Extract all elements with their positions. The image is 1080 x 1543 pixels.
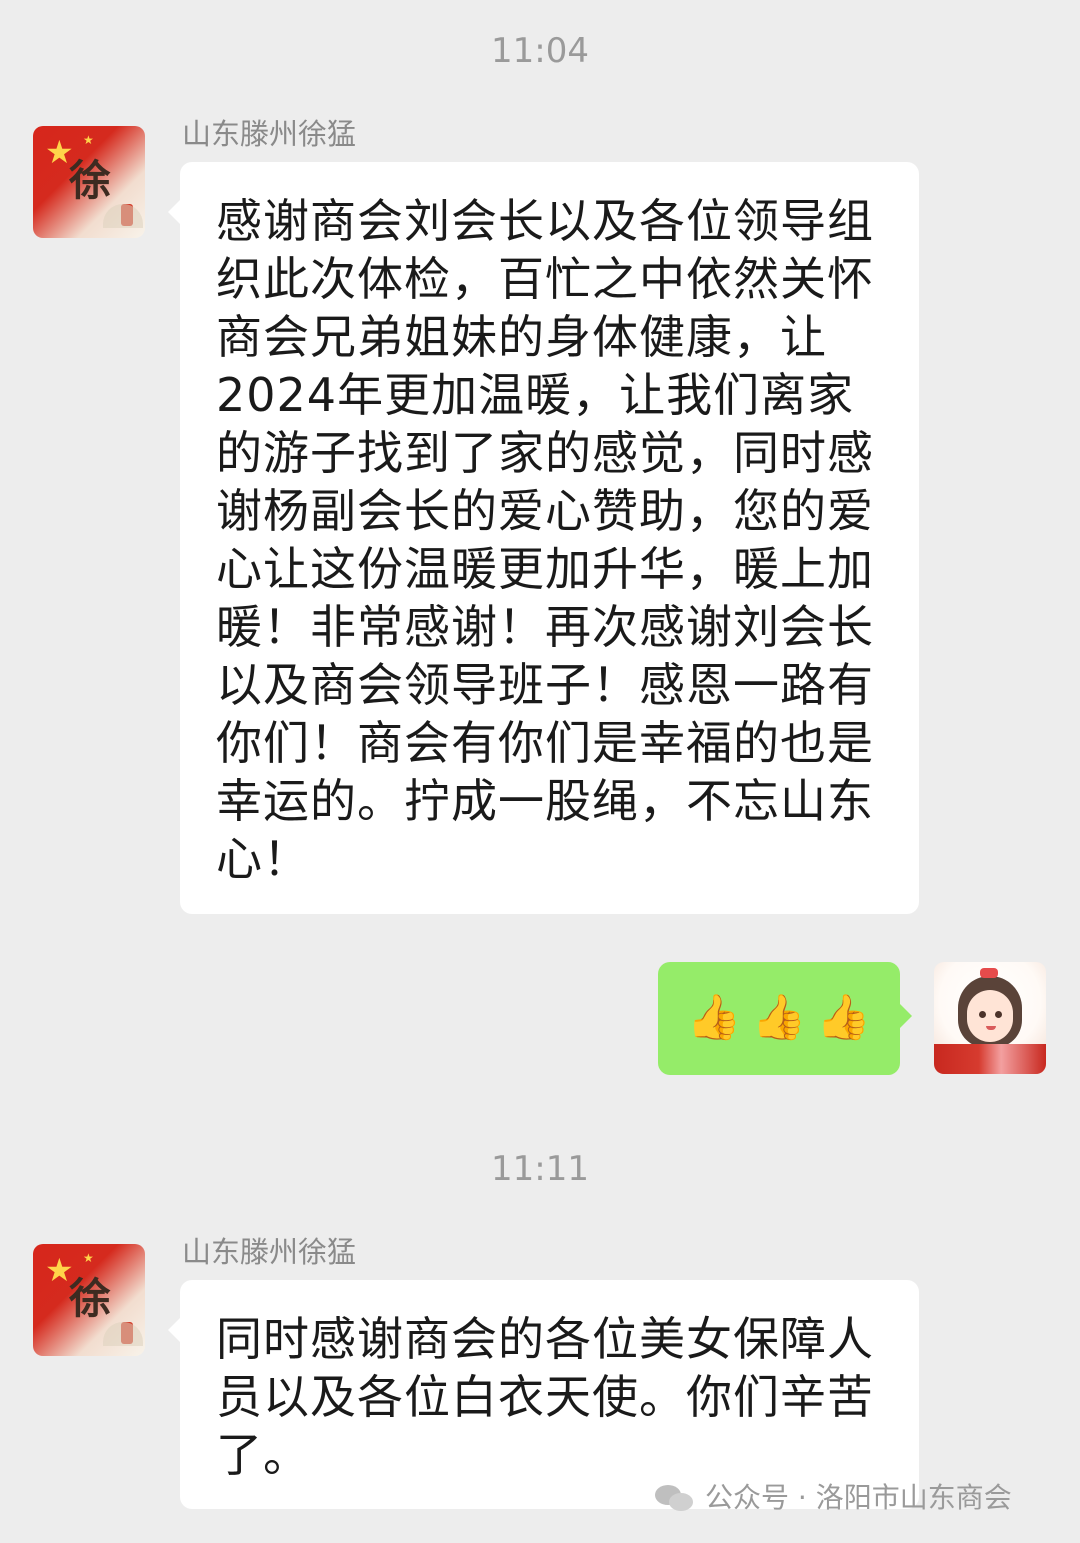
sender-avatar[interactable]: ★ ★ 徐: [33, 126, 145, 238]
chat-window: 11:04 ★ ★ 徐 山东滕州徐猛 感谢商会刘会长以及各位领导组织此次体检，百…: [0, 0, 1080, 1543]
wechat-icon: [655, 1483, 695, 1513]
timestamp: 11:04: [491, 31, 589, 71]
avatar-label: 徐: [69, 156, 112, 205]
message-text: 同时感谢商会的各位美女保障人员以及各位白衣天使。你们辛苦了。: [216, 1312, 874, 1482]
star-icon: ★: [83, 133, 94, 147]
message-bubble[interactable]: 感谢商会刘会长以及各位领导组织此次体检，百忙之中依然关怀商会兄弟姐妹的身体健康，…: [168, 162, 919, 914]
avatar-face: [967, 990, 1013, 1042]
watermark-text: 公众号 · 洛阳市山东商会: [705, 1481, 1012, 1514]
sender-name: 山东滕州徐猛: [182, 117, 357, 151]
self-avatar[interactable]: [934, 962, 1046, 1074]
cloud-decoration: [103, 204, 143, 228]
star-icon: ★: [83, 1251, 94, 1265]
self-message-bubble[interactable]: 👍 👍 👍: [658, 962, 912, 1075]
emoji-row: 👍 👍 👍: [687, 988, 871, 1048]
flag-decoration: [934, 1044, 1046, 1074]
sender-avatar[interactable]: ★ ★ 徐: [33, 1244, 145, 1356]
thumbs-up-icon: 👍: [751, 992, 807, 1043]
watermark: 公众号 · 洛阳市山东商会: [655, 1476, 1050, 1520]
thumbs-up-icon: 👍: [816, 992, 872, 1043]
avatar-eye: [995, 1011, 1002, 1018]
avatar-hairpin: [980, 968, 998, 978]
message-text: 感谢商会刘会长以及各位领导组织此次体检，百忙之中依然关怀商会兄弟姐妹的身体健康，…: [216, 194, 874, 886]
message-bubble[interactable]: 同时感谢商会的各位美女保障人员以及各位白衣天使。你们辛苦了。: [168, 1280, 919, 1509]
timestamp: 11:11: [491, 1149, 589, 1189]
avatar-eye: [979, 1011, 986, 1018]
thumbs-up-icon: 👍: [686, 992, 742, 1043]
cloud-decoration: [103, 1322, 143, 1346]
avatar-label: 徐: [69, 1274, 112, 1323]
sender-name: 山东滕州徐猛: [182, 1235, 357, 1269]
